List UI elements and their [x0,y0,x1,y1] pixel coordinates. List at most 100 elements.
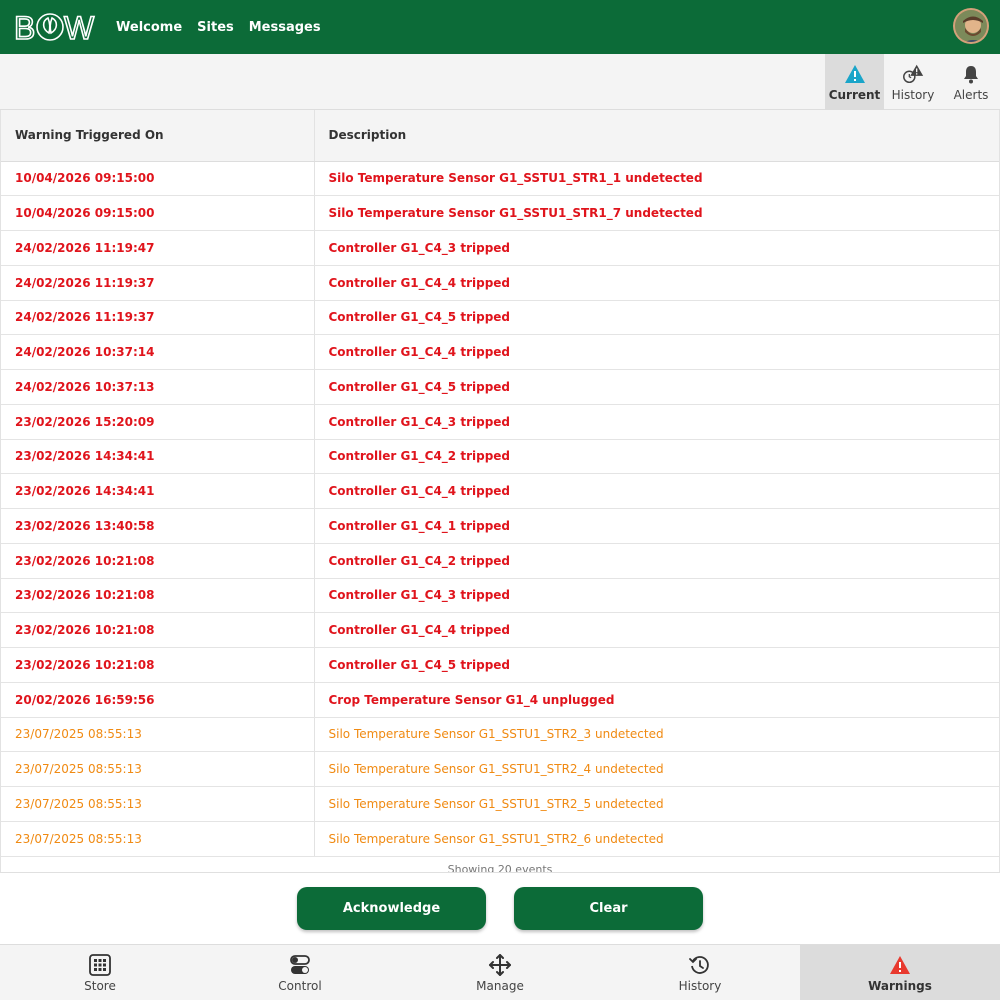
warning-triggered-on-cell: 23/07/2025 08:55:13 [1,821,315,857]
svg-text:B: B [14,10,35,45]
bottom-nav-warnings-label: Warnings [868,979,932,993]
warning-triggered-on-cell: 23/02/2026 13:40:58 [1,508,315,544]
table-row[interactable]: 24/02/2026 10:37:13 Controller G1_C4_5 tr… [1,369,999,405]
bottom-nav-history-label: History [678,979,722,993]
warning-triggered-on-cell: 10/04/2026 09:15:00 [1,161,315,197]
tab-history-label: History [891,88,935,102]
bottom-nav-control-label: Control [278,979,322,993]
table-row[interactable]: 24/02/2026 11:19:47 Controller G1_C4_3 tr… [1,230,999,266]
table-row[interactable]: 10/04/2026 09:15:00 Silo Temperature Sens… [1,195,999,231]
table-row[interactable]: 23/02/2026 14:34:41 Controller G1_C4_4 tr… [1,473,999,509]
warnings-table-body: 10/04/2026 09:15:00 Silo Temperature Sens… [1,161,999,857]
bell-icon [959,62,983,86]
acknowledge-button[interactable]: Acknowledge [297,887,486,930]
warnings-subbar: Current History Alerts [0,54,1000,110]
warning-triggered-on-cell: 20/02/2026 16:59:56 [1,682,315,718]
warning-description-cell: Controller G1_C4_2 tripped [314,439,999,475]
warning-triggered-on-cell: 23/02/2026 10:21:08 [1,647,315,683]
warning-triggered-on-cell: 24/02/2026 11:19:47 [1,230,315,266]
table-row[interactable]: 10/04/2026 09:15:00 Silo Temperature Sens… [1,161,999,197]
warning-description-cell: Silo Temperature Sensor G1_SSTU1_STR2_6 … [314,821,999,857]
warning-description-cell: Controller G1_C4_3 tripped [314,404,999,440]
warning-description-cell: Controller G1_C4_3 tripped [314,578,999,614]
warning-triggered-on-cell: 23/02/2026 10:21:08 [1,543,315,579]
clear-button[interactable]: Clear [514,887,703,930]
warning-description-cell: Controller G1_C4_5 tripped [314,300,999,336]
table-header-row: Warning Triggered On Description [1,110,999,162]
warning-triangle-icon [888,953,912,977]
bottom-nav-warnings[interactable]: Warnings [800,945,1000,1000]
warning-triggered-on-cell: 24/02/2026 10:37:14 [1,334,315,370]
table-row[interactable]: 23/02/2026 10:21:08 Controller G1_C4_5 tr… [1,647,999,683]
move-arrows-icon [488,953,512,977]
bottom-nav-history[interactable]: History [600,945,800,1000]
warning-triggered-on-cell: 23/02/2026 10:21:08 [1,612,315,648]
nav-messages[interactable]: Messages [249,20,321,35]
nav-welcome[interactable]: Welcome [116,20,182,35]
tab-current[interactable]: Current [825,54,884,110]
bow-logo[interactable]: B W [14,9,96,45]
table-row[interactable]: 23/07/2025 08:55:13 Silo Temperature Sens… [1,717,999,753]
main-nav: Welcome Sites Messages [116,20,321,35]
warning-description-cell: Controller G1_C4_1 tripped [314,508,999,544]
warning-triangle-icon [843,62,867,86]
table-row[interactable]: 23/02/2026 13:40:58 Controller G1_C4_1 tr… [1,508,999,544]
table-row[interactable]: 23/02/2026 14:34:41 Controller G1_C4_2 tr… [1,439,999,475]
events-count: Showing 20 events [447,862,553,873]
warning-description-cell: Controller G1_C4_4 tripped [314,473,999,509]
warnings-table: Warning Triggered On Description 10/04/2… [1,110,999,857]
warning-triggered-on-cell: 24/02/2026 10:37:13 [1,369,315,405]
table-row[interactable]: 24/02/2026 11:19:37 Controller G1_C4_5 tr… [1,300,999,336]
history-clock-icon [688,953,712,977]
history-warning-icon [901,62,925,86]
warning-description-cell: Silo Temperature Sensor G1_SSTU1_STR1_7 … [314,195,999,231]
bottom-nav-store-label: Store [84,979,116,993]
warnings-table-container[interactable]: Warning Triggered On Description 10/04/2… [0,110,1000,872]
tab-alerts-label: Alerts [953,88,989,102]
table-row[interactable]: 24/02/2026 10:37:14 Controller G1_C4_4 tr… [1,334,999,370]
bottom-nav-manage[interactable]: Manage [400,945,600,1000]
table-row[interactable]: 24/02/2026 11:19:37 Controller G1_C4_4 tr… [1,265,999,301]
warning-description-cell: Crop Temperature Sensor G1_4 unplugged [314,682,999,718]
warning-triggered-on-cell: 24/02/2026 11:19:37 [1,265,315,301]
warning-description-cell: Silo Temperature Sensor G1_SSTU1_STR2_4 … [314,751,999,787]
table-row[interactable]: 20/02/2026 16:59:56 Crop Temperature Sens… [1,682,999,718]
warning-triggered-on-cell: 23/02/2026 14:34:41 [1,439,315,475]
bottom-nav-control[interactable]: Control [200,945,400,1000]
warning-triggered-on-cell: 23/07/2025 08:55:13 [1,717,315,753]
table-row[interactable]: 23/07/2025 08:55:13 Silo Temperature Sens… [1,821,999,857]
table-row[interactable]: 23/02/2026 10:21:08 Controller G1_C4_2 tr… [1,543,999,579]
bottom-nav-manage-label: Manage [476,979,524,993]
warning-triggered-on-cell: 23/07/2025 08:55:13 [1,786,315,822]
tab-history[interactable]: History [884,54,942,110]
warning-description-cell: Silo Temperature Sensor G1_SSTU1_STR2_5 … [314,786,999,822]
action-bar: Acknowledge Clear [0,872,1000,944]
table-row[interactable]: 23/02/2026 15:20:09 Controller G1_C4_3 tr… [1,404,999,440]
warning-description-cell: Controller G1_C4_4 tripped [314,265,999,301]
warning-description-cell: Silo Temperature Sensor G1_SSTU1_STR1_1 … [314,161,999,197]
warning-triggered-on-cell: 10/04/2026 09:15:00 [1,195,315,231]
warning-triggered-on-cell: 24/02/2026 11:19:37 [1,300,315,336]
column-header-description[interactable]: Description [314,110,999,162]
toggles-icon [288,953,312,977]
warning-description-cell: Silo Temperature Sensor G1_SSTU1_STR2_3 … [314,717,999,753]
warning-triggered-on-cell: 23/07/2025 08:55:13 [1,751,315,787]
table-row[interactable]: 23/02/2026 10:21:08 Controller G1_C4_3 tr… [1,578,999,614]
warning-description-cell: Controller G1_C4_5 tripped [314,647,999,683]
tab-alerts[interactable]: Alerts [942,54,1000,110]
bottom-nav: Store Control Manage History Warnings [0,944,1000,1000]
warning-description-cell: Controller G1_C4_4 tripped [314,612,999,648]
warning-description-cell: Controller G1_C4_5 tripped [314,369,999,405]
table-row[interactable]: 23/07/2025 08:55:13 Silo Temperature Sens… [1,751,999,787]
top-navbar: B W Welcome Sites Messages [0,0,1000,54]
warning-description-cell: Controller G1_C4_4 tripped [314,334,999,370]
table-row[interactable]: 23/02/2026 10:21:08 Controller G1_C4_4 tr… [1,612,999,648]
nav-sites[interactable]: Sites [197,20,234,35]
grid-icon [88,953,112,977]
warning-triggered-on-cell: 23/02/2026 10:21:08 [1,578,315,614]
column-header-triggered-on[interactable]: Warning Triggered On [1,110,315,162]
bottom-nav-store[interactable]: Store [0,945,200,1000]
user-avatar[interactable] [953,8,989,44]
warning-triggered-on-cell: 23/02/2026 15:20:09 [1,404,315,440]
table-row[interactable]: 23/07/2025 08:55:13 Silo Temperature Sens… [1,786,999,822]
